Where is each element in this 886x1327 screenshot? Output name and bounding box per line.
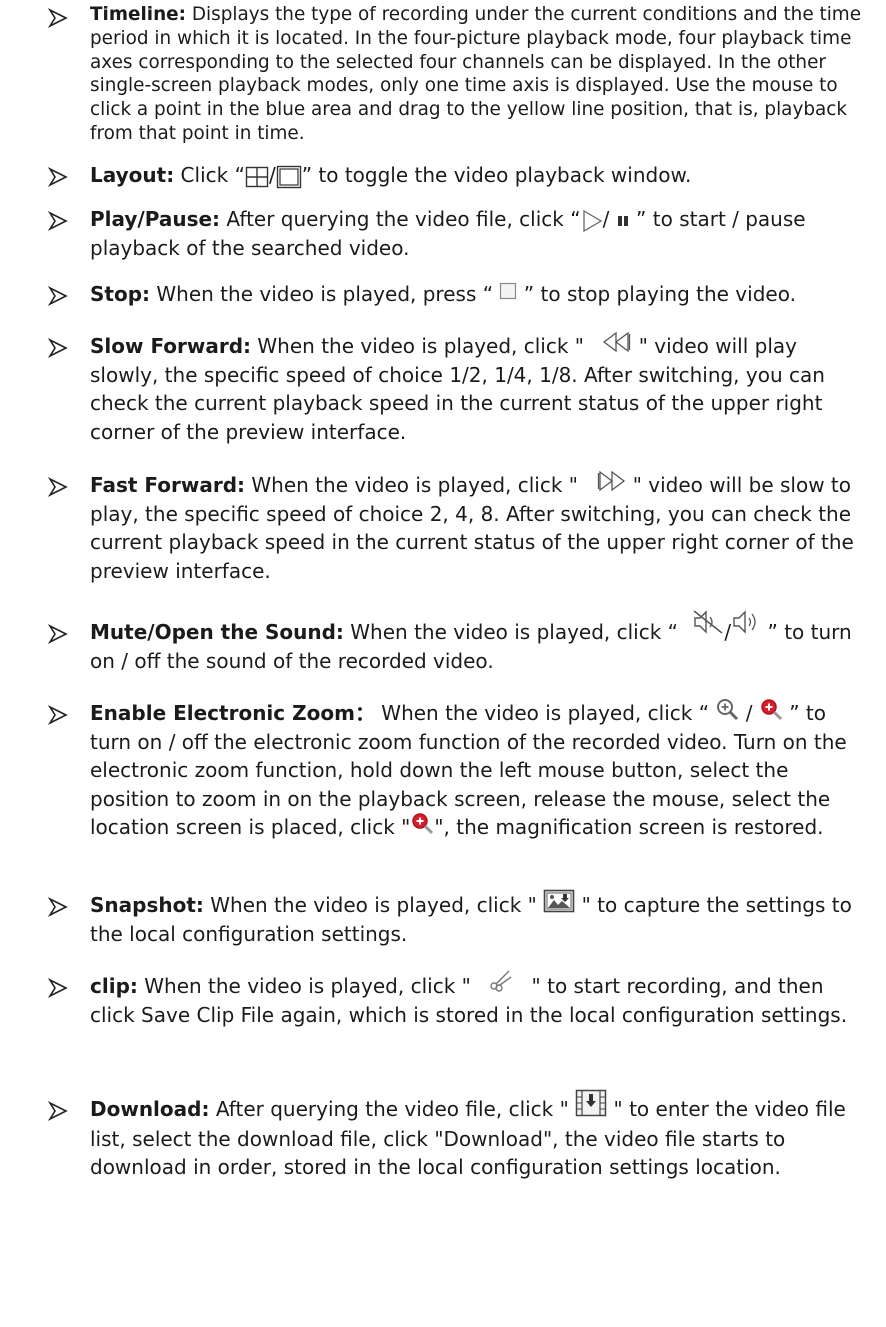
bullet-arrow-icon [47,896,69,918]
item-text: Displays the type of recording under the… [90,4,862,144]
list-item-fast-forward: Fast Forward: When the video is played, … [90,470,870,585]
item-title: clip: [90,974,138,998]
bullet-arrow-icon [47,285,69,307]
list-item-clip: clip: When the video is played, click " … [90,970,870,1029]
zoom-in-icon [715,697,739,721]
fast-forward-icon [596,470,626,492]
list-item-download: Download: After querying the video file,… [90,1089,870,1182]
item-title: Slow Forward: [90,334,252,358]
list-item-slow-forward: Slow Forward: When the video is played, … [90,331,870,446]
item-title: Enable Electronic Zoom [90,701,355,725]
item-title: Snapshot: [90,893,204,917]
bullet-arrow-icon [47,337,69,359]
list-item-electronic-zoom: Enable Electronic Zoom： When the video i… [90,697,870,842]
bullet-arrow-icon [47,977,69,999]
item-title: Download: [90,1097,210,1121]
list-item-mute-sound: Mute/Open the Sound: When the video is p… [90,609,870,675]
sound-on-icon [731,609,761,635]
bullet-arrow-icon [47,1100,69,1122]
snapshot-icon [543,889,575,913]
item-title: Timeline: [90,4,187,25]
list-item-stop: Stop: When the video is played, press “ … [90,282,796,306]
stop-icon [499,282,517,300]
item-title: Play/Pause: [90,207,221,231]
slow-forward-icon [602,331,632,353]
single-layout-icon [276,165,302,189]
zoom-in-active-icon [759,697,783,721]
list-item-play-pause: Play/Pause: After querying the video fil… [90,207,806,260]
download-file-icon [575,1089,607,1117]
item-title: Layout: [90,163,175,187]
pause-icon [616,214,630,228]
bullet-arrow-icon [47,623,69,645]
item-title: Stop: [90,282,151,306]
item-title: Mute/Open the Sound: [90,620,344,644]
scissors-clip-icon [489,968,513,992]
item-title: Fast Forward: [90,473,246,497]
bullet-arrow-icon [47,476,69,498]
bullet-arrow-icon [47,704,69,726]
list-item-layout: Layout: Click “/” to toggle the video pl… [90,163,692,189]
bullet-arrow-icon [47,7,69,29]
mute-icon [692,609,724,635]
play-icon [581,209,603,233]
bullet-arrow-icon [47,210,69,232]
four-split-layout-icon [245,166,269,188]
bullet-arrow-icon [47,166,69,188]
zoom-in-active-icon [410,811,434,835]
list-item-timeline: Timeline: Displays the type of recording… [90,3,880,146]
list-item-snapshot: Snapshot: When the video is played, clic… [90,889,870,948]
